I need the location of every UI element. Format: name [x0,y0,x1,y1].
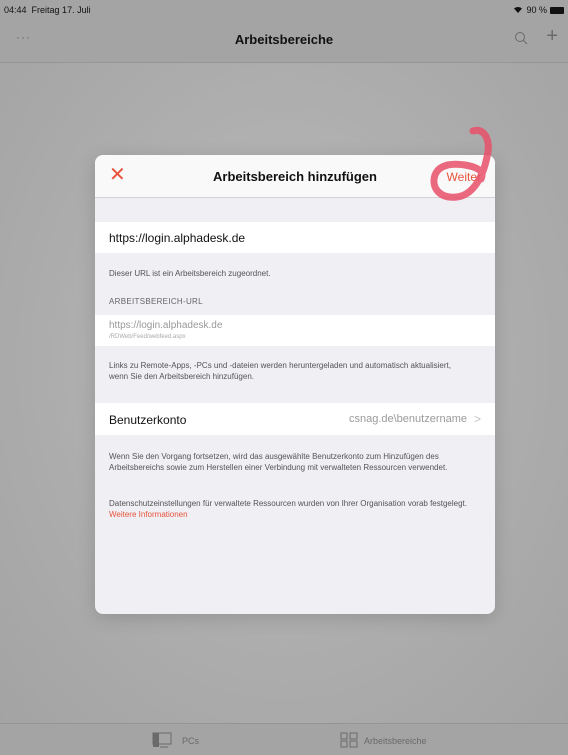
workspace-url-field: https://login.alphadesk.de /RDWeb/Feed/w… [95,315,495,346]
next-button[interactable]: Weiter [447,170,481,184]
search-icon[interactable] [514,31,528,45]
grid-icon [340,732,358,750]
continue-note: Wenn Sie den Vorgang fortsetzen, wird da… [109,452,448,472]
tab-pcs-label: PCs [182,736,200,746]
url-input[interactable]: https://login.alphadesk.de [95,222,495,253]
status-bar: 04:44 Freitag 17. Juli 90 % [0,0,568,18]
monitor-icon [152,732,176,750]
dialog-header: ✕ Arbeitsbereich hinzufügen Weiter [95,155,495,198]
status-date: Freitag 17. Juli [31,5,91,15]
user-account-value: csnag.de\benutzername [348,413,467,425]
workspace-url-header: ARBEITSBEREICH-URL [109,297,203,306]
tab-workspaces-label: Arbeitsbereiche [364,736,427,746]
status-time-date: 04:44 Freitag 17. Juli [4,5,91,15]
user-account-row[interactable]: Benutzerkonto csnag.de\benutzername > [95,403,495,435]
tab-bar: PCs Arbeitsbereiche [0,723,568,755]
chevron-right-icon: > [473,412,481,426]
tab-pcs[interactable]: PCs [152,732,199,750]
privacy-text: Datenschutzeinstellungen für verwaltete … [109,499,467,508]
dialog-title: Arbeitsbereich hinzufügen [213,169,377,184]
workspace-url: https://login.alphadesk.de [109,320,223,331]
battery-icon [550,6,564,14]
navigation-bar: ··· Arbeitsbereiche + [0,18,568,63]
status-time: 04:44 [4,5,27,15]
battery-percentage: 90 % [526,5,547,15]
wifi-icon [513,5,523,15]
url-note: Dieser URL ist ein Arbeitsbereich zugeor… [109,269,271,278]
more-info-link[interactable]: Weitere Informationen [109,510,188,519]
url-value: https://login.alphadesk.de [109,231,246,245]
workspace-url-path: /RDWeb/Feed/webfeed.aspx [109,334,186,340]
user-account-label: Benutzerkonto [109,413,187,427]
download-note: Links zu Remote-Apps, -PCs und -dateien … [109,361,451,381]
page-title: Arbeitsbereiche [234,32,334,47]
add-icon[interactable]: + [546,25,558,48]
tab-workspaces[interactable]: Arbeitsbereiche [340,732,427,750]
add-workspace-dialog: ✕ Arbeitsbereich hinzufügen Weiter https… [95,155,495,614]
privacy-note: Datenschutzeinstellungen für verwaltete … [109,498,473,520]
status-indicators: 90 % [513,5,564,15]
